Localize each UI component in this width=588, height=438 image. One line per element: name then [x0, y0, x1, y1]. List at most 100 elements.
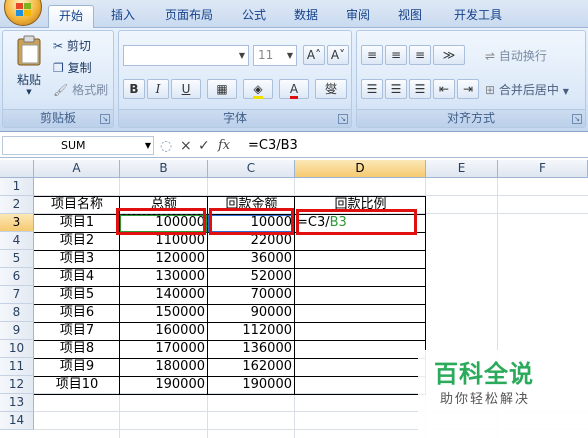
formula-bar: SUM ▼ ◌ × ✓ fx =C3/B3 [0, 134, 588, 158]
phonetic-button[interactable]: 燮 [315, 79, 347, 99]
ribbon: 粘贴 ▼ ✂ 剪切 ❐ 复制 🖌 格式刷 剪贴板 ↘ ▼ 11 ▼ A˄ A˅ … [0, 28, 588, 132]
column-header-c[interactable]: C [208, 160, 295, 178]
table-cell[interactable]: 136000 [208, 340, 295, 358]
fill-color-button[interactable]: ◈ [243, 79, 273, 99]
cut-button[interactable]: ✂ 剪切 [53, 37, 91, 54]
align-bottom-button[interactable]: ≡ [409, 45, 431, 65]
column-header-d[interactable]: D [295, 160, 426, 178]
table-cell[interactable]: 170000 [120, 340, 208, 358]
table-cell[interactable]: 52000 [208, 268, 295, 286]
cancel-icon[interactable]: × [180, 137, 192, 155]
align-top-button[interactable]: ≡ [361, 45, 383, 65]
row-header[interactable]: 11 [0, 358, 34, 376]
row-header[interactable]: 2 [0, 196, 34, 214]
table-cell[interactable]: 130000 [120, 268, 208, 286]
tab-page-layout[interactable]: 页面布局 [156, 5, 222, 28]
table-cell[interactable]: 120000 [120, 250, 208, 268]
underline-button[interactable]: U [171, 79, 201, 99]
format-painter-button[interactable]: 🖌 格式刷 [53, 81, 108, 98]
table-cell[interactable]: 项目2 [34, 232, 120, 250]
table-cell[interactable]: 项目10 [34, 376, 120, 394]
table-cell[interactable]: 190000 [208, 376, 295, 394]
row-header[interactable]: 8 [0, 304, 34, 322]
tab-data[interactable]: 数据 [286, 5, 326, 28]
table-cell[interactable]: 项目8 [34, 340, 120, 358]
table-cell[interactable]: 162000 [208, 358, 295, 376]
font-launcher-icon[interactable]: ↘ [338, 114, 348, 124]
borders-button[interactable]: ▦ [207, 79, 237, 99]
watermark-subtitle: 助你轻松解决 [440, 392, 531, 407]
select-all-corner[interactable] [0, 160, 34, 178]
row-header[interactable]: 9 [0, 322, 34, 340]
clipboard-launcher-icon[interactable]: ↘ [100, 114, 110, 124]
enter-icon[interactable]: ✓ [198, 137, 210, 155]
table-cell[interactable]: 140000 [120, 286, 208, 304]
table-cell[interactable]: 150000 [120, 304, 208, 322]
column-header-e[interactable]: E [426, 160, 498, 178]
italic-button[interactable]: I [147, 79, 169, 99]
watermark: 百科全说 助你轻松解决 [418, 350, 588, 438]
wrap-text-label: 自动换行 [498, 49, 547, 63]
tab-view[interactable]: 视图 [390, 5, 430, 28]
increase-indent-button[interactable]: ⇥ [457, 79, 479, 99]
row-header[interactable]: 5 [0, 250, 34, 268]
decrease-font-button[interactable]: A˅ [327, 45, 349, 65]
orientation-button[interactable]: ≫ [433, 45, 465, 65]
paste-button[interactable]: 粘贴 ▼ [9, 35, 49, 103]
copy-button[interactable]: ❐ 复制 [53, 59, 92, 76]
row-header[interactable]: 3 [0, 214, 34, 232]
decrease-indent-button[interactable]: ⇤ [433, 79, 455, 99]
table-cell[interactable]: 项目7 [34, 322, 120, 340]
formula-input[interactable]: =C3/B3 [244, 136, 586, 155]
name-box[interactable]: SUM ▼ [2, 136, 154, 155]
tab-formulas[interactable]: 公式 [234, 5, 274, 28]
font-name-combo[interactable]: ▼ [123, 45, 249, 66]
row-header[interactable]: 12 [0, 376, 34, 394]
header-cell[interactable]: 项目名称 [34, 196, 120, 214]
tab-developer[interactable]: 开发工具 [446, 5, 510, 28]
wrap-text-button[interactable]: ⇌ 自动换行 [485, 47, 547, 64]
row-header[interactable]: 14 [0, 412, 34, 430]
column-header-a[interactable]: A [34, 160, 120, 178]
merge-center-button[interactable]: ⊞ 合并后居中 ▼ [485, 81, 569, 98]
align-middle-button[interactable]: ≡ [385, 45, 407, 65]
fx-icon[interactable]: fx [218, 137, 230, 155]
table-cell[interactable]: 90000 [208, 304, 295, 322]
office-button[interactable] [4, 0, 42, 26]
align-left-button[interactable]: ☰ [361, 79, 383, 99]
table-cell[interactable]: 项目3 [34, 250, 120, 268]
table-cell[interactable]: 项目6 [34, 304, 120, 322]
column-header-b[interactable]: B [120, 160, 208, 178]
paint-bucket-icon: ◈ [253, 82, 263, 99]
row-header[interactable]: 1 [0, 178, 34, 196]
wrap-text-icon: ⇌ [485, 49, 496, 63]
align-center-button[interactable]: ☰ [385, 79, 407, 99]
row-header[interactable]: 7 [0, 286, 34, 304]
chevron-down-icon[interactable]: ▼ [145, 137, 151, 154]
table-cell[interactable]: 项目9 [34, 358, 120, 376]
row-header[interactable]: 10 [0, 340, 34, 358]
table-cell[interactable]: 36000 [208, 250, 295, 268]
increase-font-button[interactable]: A˄ [303, 45, 325, 65]
column-header-f[interactable]: F [498, 160, 588, 178]
align-right-button[interactable]: ☰ [409, 79, 431, 99]
table-cell[interactable]: 180000 [120, 358, 208, 376]
font-size-combo[interactable]: 11 ▼ [253, 45, 297, 66]
alignment-launcher-icon[interactable]: ↘ [572, 114, 582, 124]
row-header[interactable]: 13 [0, 394, 34, 412]
table-cell[interactable]: 70000 [208, 286, 295, 304]
table-cell[interactable]: 项目5 [34, 286, 120, 304]
tab-home[interactable]: 开始 [48, 5, 94, 29]
table-cell[interactable]: 项目4 [34, 268, 120, 286]
bold-button[interactable]: B [123, 79, 145, 99]
row-header[interactable]: 4 [0, 232, 34, 250]
table-cell[interactable]: 项目1 [34, 214, 120, 232]
table-cell[interactable]: 190000 [120, 376, 208, 394]
clipboard-group-label: 剪贴板 [3, 109, 113, 127]
font-color-button[interactable]: A [279, 79, 309, 99]
row-header[interactable]: 6 [0, 268, 34, 286]
tab-review[interactable]: 审阅 [338, 5, 378, 28]
table-cell[interactable]: 160000 [120, 322, 208, 340]
table-cell[interactable]: 112000 [208, 322, 295, 340]
tab-insert[interactable]: 插入 [102, 5, 144, 28]
